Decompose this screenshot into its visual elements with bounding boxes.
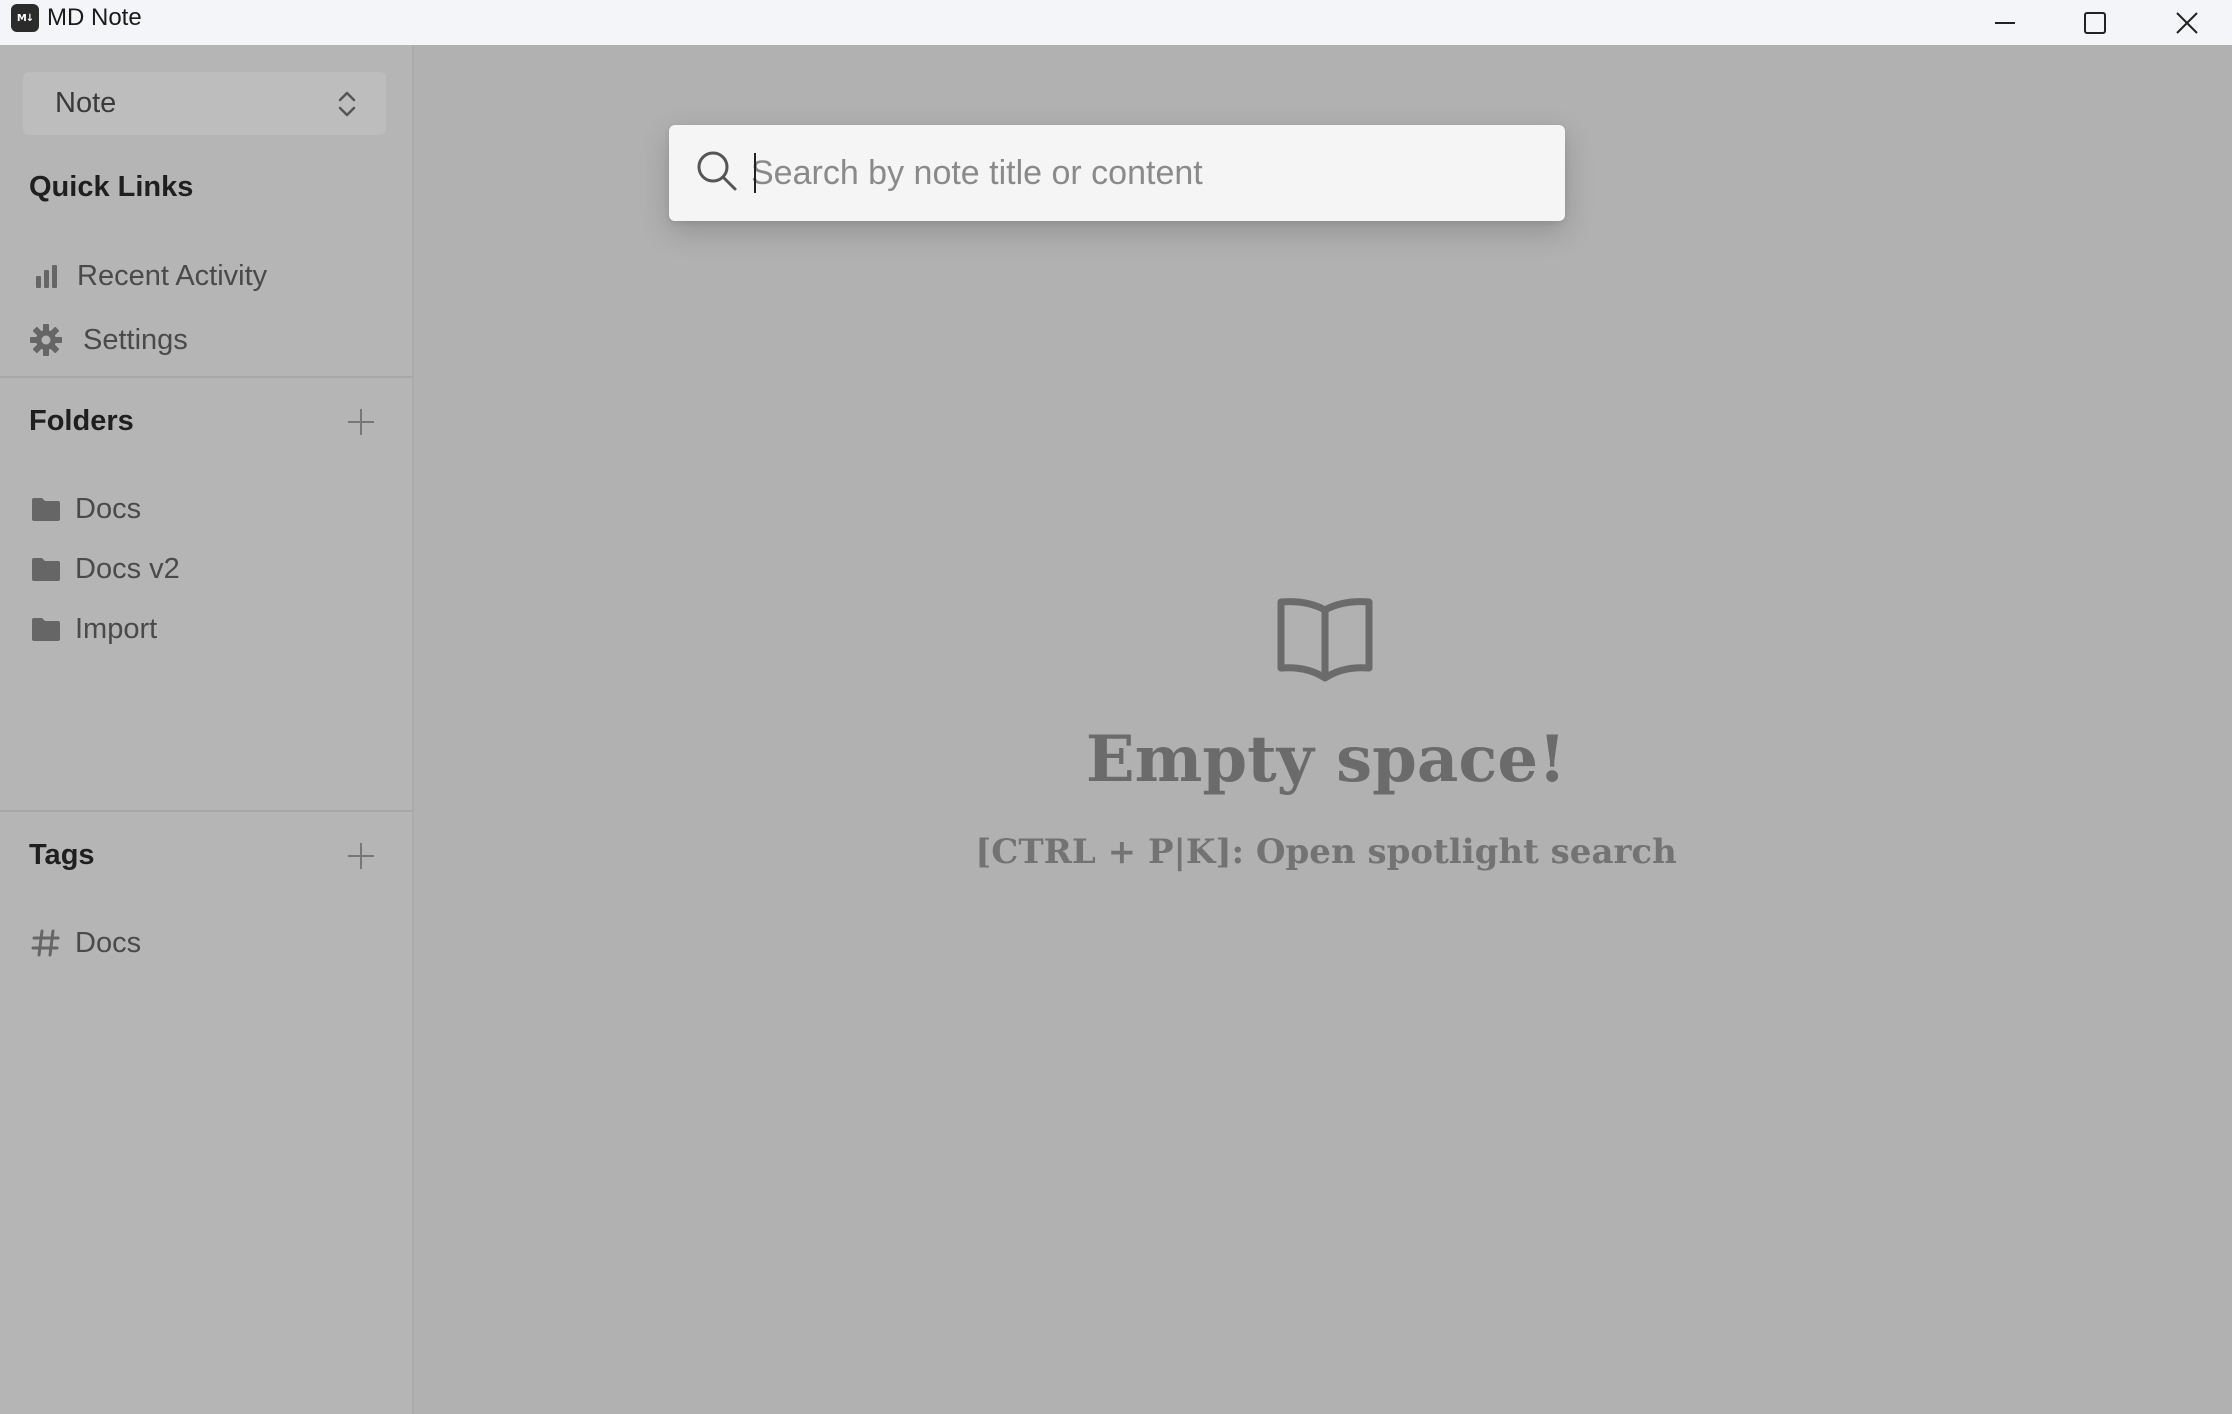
folder-item-docs[interactable]: Docs — [29, 487, 141, 531]
plus-icon — [348, 409, 374, 435]
folder-label: Docs — [75, 492, 142, 525]
quick-link-settings[interactable]: Settings — [29, 318, 188, 362]
app-logo-icon: M↓ — [11, 4, 39, 32]
folder-icon — [29, 612, 63, 646]
close-icon — [2176, 11, 2198, 34]
hash-icon — [29, 926, 63, 960]
title-bar: M↓ MD Note — [0, 0, 2232, 45]
search-input[interactable] — [751, 147, 1531, 199]
minimize-icon — [1995, 21, 2015, 24]
sidebar-divider — [0, 810, 414, 812]
spotlight-search — [669, 125, 1565, 221]
mode-select-value: Note — [55, 87, 117, 119]
add-folder-button[interactable] — [344, 405, 378, 439]
bar-chart-icon — [29, 259, 63, 293]
empty-state-title: Empty space! — [1085, 722, 1567, 797]
folder-item-import[interactable]: Import — [29, 607, 157, 651]
minimize-button[interactable] — [1960, 0, 2050, 45]
folder-icon — [29, 552, 63, 586]
folder-icon — [29, 492, 63, 526]
folder-label: Import — [75, 612, 158, 645]
folders-title: Folders — [29, 405, 134, 437]
quick-link-recent-activity[interactable]: Recent Activity — [29, 254, 267, 298]
tag-item-docs[interactable]: Docs — [29, 921, 141, 965]
mode-select[interactable]: Note — [23, 72, 386, 135]
quick-link-label: Settings — [83, 323, 188, 356]
folder-item-docs-v2[interactable]: Docs v2 — [29, 547, 180, 591]
chevron-up-down-icon — [338, 91, 356, 117]
window-title: MD Note — [47, 4, 142, 31]
folder-label: Docs v2 — [75, 552, 180, 585]
text-caret — [754, 153, 756, 193]
search-icon — [697, 151, 737, 191]
tag-label: Docs — [75, 926, 142, 959]
sidebar-divider — [0, 376, 414, 378]
book-open-icon — [1277, 598, 1373, 682]
maximize-button[interactable] — [2050, 0, 2140, 45]
close-button[interactable] — [2142, 0, 2232, 45]
quick-link-label: Recent Activity — [77, 259, 268, 292]
maximize-icon — [2084, 11, 2106, 34]
quick-links-title: Quick Links — [29, 171, 194, 203]
empty-state-hint: [CTRL + P|K]: Open spotlight search — [975, 832, 1677, 872]
gear-icon — [29, 323, 63, 357]
